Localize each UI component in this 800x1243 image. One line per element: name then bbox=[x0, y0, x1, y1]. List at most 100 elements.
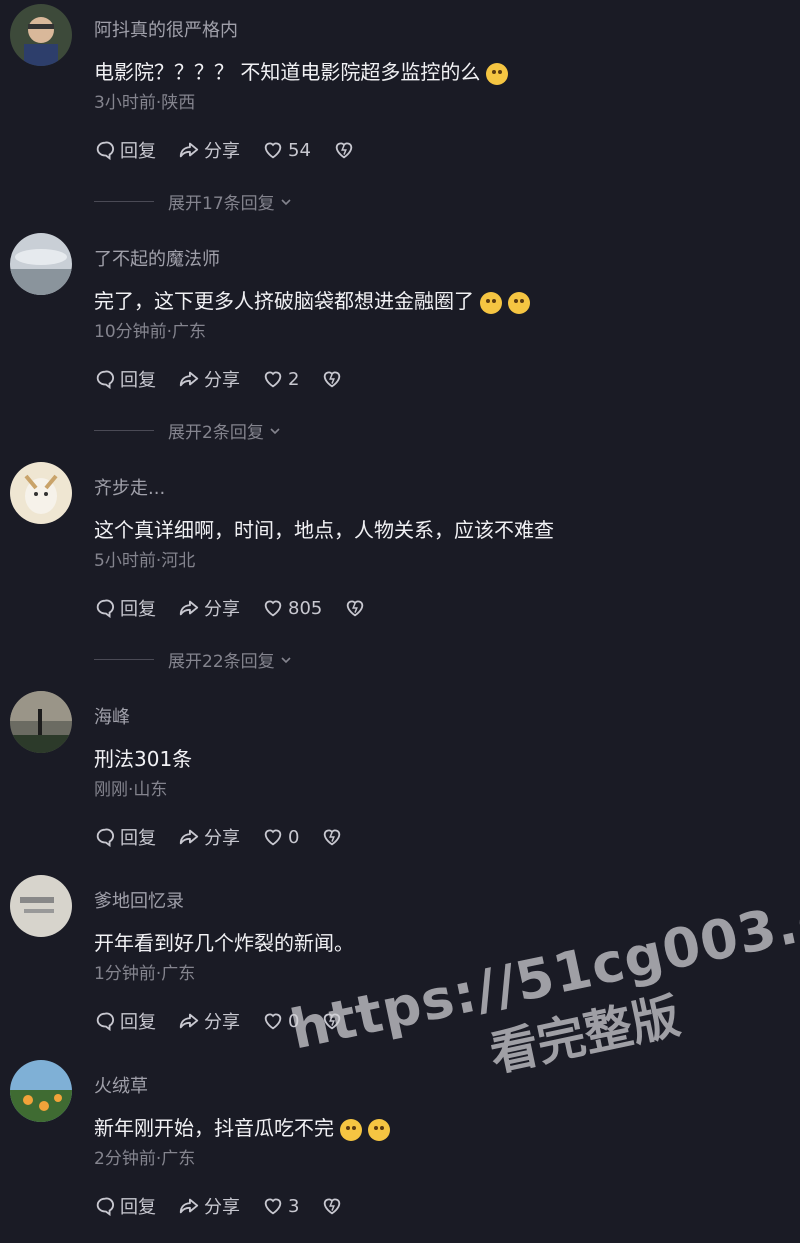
chevron-down-icon bbox=[281, 656, 291, 663]
heart-icon bbox=[264, 371, 282, 388]
expand-replies-label: 展开2条回复 bbox=[168, 423, 264, 443]
comment-text-body: 完了，这下更多人挤破脑袋都想进金融圈了 bbox=[94, 289, 474, 313]
comment-text: 新年刚开始，抖音瓜吃不完 bbox=[94, 1112, 390, 1141]
divider-line bbox=[94, 430, 154, 431]
reply-button[interactable]: 回复 bbox=[94, 366, 156, 392]
dislike-button[interactable] bbox=[321, 826, 347, 848]
avatar[interactable] bbox=[10, 462, 72, 524]
comment-text: 开年看到好几个炸裂的新闻。 bbox=[94, 927, 354, 956]
comment-text-body: 刑法301条 bbox=[94, 747, 193, 771]
like-count: 54 bbox=[288, 139, 311, 161]
dislike-button[interactable] bbox=[321, 1010, 347, 1032]
comment-text-body: 开年看到好几个炸裂的新闻。 bbox=[94, 931, 354, 955]
like-button[interactable]: 0 bbox=[262, 1010, 299, 1032]
reply-label: 回复 bbox=[120, 1197, 156, 1218]
action-bar: 回复 分享 0 bbox=[94, 1007, 369, 1035]
worried-emoji-icon bbox=[486, 62, 509, 85]
reply-label: 回复 bbox=[120, 599, 156, 620]
avatar[interactable] bbox=[10, 233, 72, 295]
like-button[interactable]: 0 bbox=[262, 826, 299, 848]
laugh-cry-emoji-icon bbox=[368, 1118, 390, 1141]
dislike-button[interactable] bbox=[321, 368, 347, 390]
heart-icon bbox=[264, 1013, 282, 1030]
action-bar: 回复 分享 805 bbox=[94, 594, 392, 622]
comment-meta: 5小时前·河北 bbox=[94, 551, 196, 571]
share-icon bbox=[179, 1198, 199, 1214]
share-label: 分享 bbox=[204, 828, 240, 849]
like-button[interactable]: 2 bbox=[262, 368, 299, 390]
like-count: 2 bbox=[288, 368, 300, 390]
reply-icon bbox=[96, 1197, 114, 1217]
watermark-url: https://51cg003.com bbox=[285, 865, 800, 1062]
share-icon bbox=[179, 371, 199, 387]
comment-meta: 10分钟前·广东 bbox=[94, 322, 207, 342]
avatar[interactable] bbox=[10, 691, 72, 753]
like-count: 0 bbox=[288, 1010, 300, 1032]
heart-icon bbox=[264, 1198, 282, 1215]
expand-replies-label: 展开22条回复 bbox=[168, 652, 275, 672]
username[interactable]: 爹地回忆录 bbox=[94, 887, 184, 913]
comment-text: 电影院？？？？ 不知道电影院超多监控的么 bbox=[94, 56, 509, 85]
username[interactable]: 阿抖真的很严格内 bbox=[94, 16, 238, 42]
comment-text: 刑法301条 bbox=[94, 743, 192, 772]
share-button[interactable]: 分享 bbox=[178, 1008, 240, 1034]
expand-replies-button[interactable]: 展开22条回复 bbox=[94, 647, 293, 672]
reply-icon bbox=[96, 1012, 114, 1032]
dislike-icon bbox=[324, 1013, 341, 1030]
reply-icon bbox=[96, 599, 114, 619]
action-bar: 回复 分享 3 bbox=[94, 1192, 369, 1220]
laugh-cry-emoji-icon bbox=[340, 1118, 362, 1141]
avatar[interactable] bbox=[10, 875, 72, 937]
comment-text: 这个真详细啊，时间，地点，人物关系，应该不难查 bbox=[94, 514, 554, 543]
expand-replies-label: 展开17条回复 bbox=[168, 194, 275, 214]
reply-button[interactable]: 回复 bbox=[94, 824, 156, 850]
dislike-button[interactable] bbox=[333, 139, 359, 161]
share-button[interactable]: 分享 bbox=[178, 1193, 240, 1219]
reply-button[interactable]: 回复 bbox=[94, 1193, 156, 1219]
dislike-icon bbox=[324, 829, 341, 846]
share-icon bbox=[179, 600, 199, 616]
like-count: 805 bbox=[288, 597, 323, 619]
reply-button[interactable]: 回复 bbox=[94, 1008, 156, 1034]
like-count: 3 bbox=[288, 1195, 300, 1217]
username[interactable]: 海峰 bbox=[94, 703, 130, 729]
like-count: 0 bbox=[288, 826, 300, 848]
dislike-button[interactable] bbox=[321, 1195, 347, 1217]
reply-button[interactable]: 回复 bbox=[94, 137, 156, 163]
divider-line bbox=[94, 659, 154, 660]
share-icon bbox=[179, 1013, 199, 1029]
reply-icon bbox=[96, 828, 114, 848]
like-button[interactable]: 3 bbox=[262, 1195, 299, 1217]
share-button[interactable]: 分享 bbox=[178, 824, 240, 850]
share-label: 分享 bbox=[204, 370, 240, 391]
username[interactable]: 火绒草 bbox=[94, 1072, 148, 1098]
share-button[interactable]: 分享 bbox=[178, 366, 240, 392]
comment-text: 完了，这下更多人挤破脑袋都想进金融圈了 bbox=[94, 285, 530, 314]
reply-icon bbox=[96, 370, 114, 390]
action-bar: 回复 分享 0 bbox=[94, 823, 369, 851]
share-button[interactable]: 分享 bbox=[178, 595, 240, 621]
reply-label: 回复 bbox=[120, 1012, 156, 1033]
username[interactable]: 齐步走... bbox=[94, 474, 165, 500]
comment-text-body: 新年刚开始，抖音瓜吃不完 bbox=[94, 1116, 334, 1140]
heart-icon bbox=[264, 600, 282, 617]
username[interactable]: 了不起的魔法师 bbox=[94, 245, 220, 271]
reply-button[interactable]: 回复 bbox=[94, 595, 156, 621]
reply-label: 回复 bbox=[120, 370, 156, 391]
action-bar: 回复 分享 54 bbox=[94, 136, 381, 164]
dislike-button[interactable] bbox=[344, 597, 370, 619]
like-button[interactable]: 54 bbox=[262, 139, 311, 161]
avatar[interactable] bbox=[10, 1060, 72, 1122]
expand-replies-button[interactable]: 展开2条回复 bbox=[94, 418, 282, 443]
comment-meta: 2分钟前·广东 bbox=[94, 1149, 196, 1169]
share-icon bbox=[179, 142, 199, 158]
comment-text-body: 这个真详细啊，时间，地点，人物关系，应该不难查 bbox=[94, 518, 554, 542]
like-button[interactable]: 805 bbox=[262, 597, 322, 619]
avatar[interactable] bbox=[10, 4, 72, 66]
share-label: 分享 bbox=[204, 1012, 240, 1033]
share-icon bbox=[179, 829, 199, 845]
heart-icon bbox=[264, 142, 282, 159]
expand-replies-button[interactable]: 展开17条回复 bbox=[94, 189, 293, 214]
share-button[interactable]: 分享 bbox=[178, 137, 240, 163]
share-label: 分享 bbox=[204, 1197, 240, 1218]
